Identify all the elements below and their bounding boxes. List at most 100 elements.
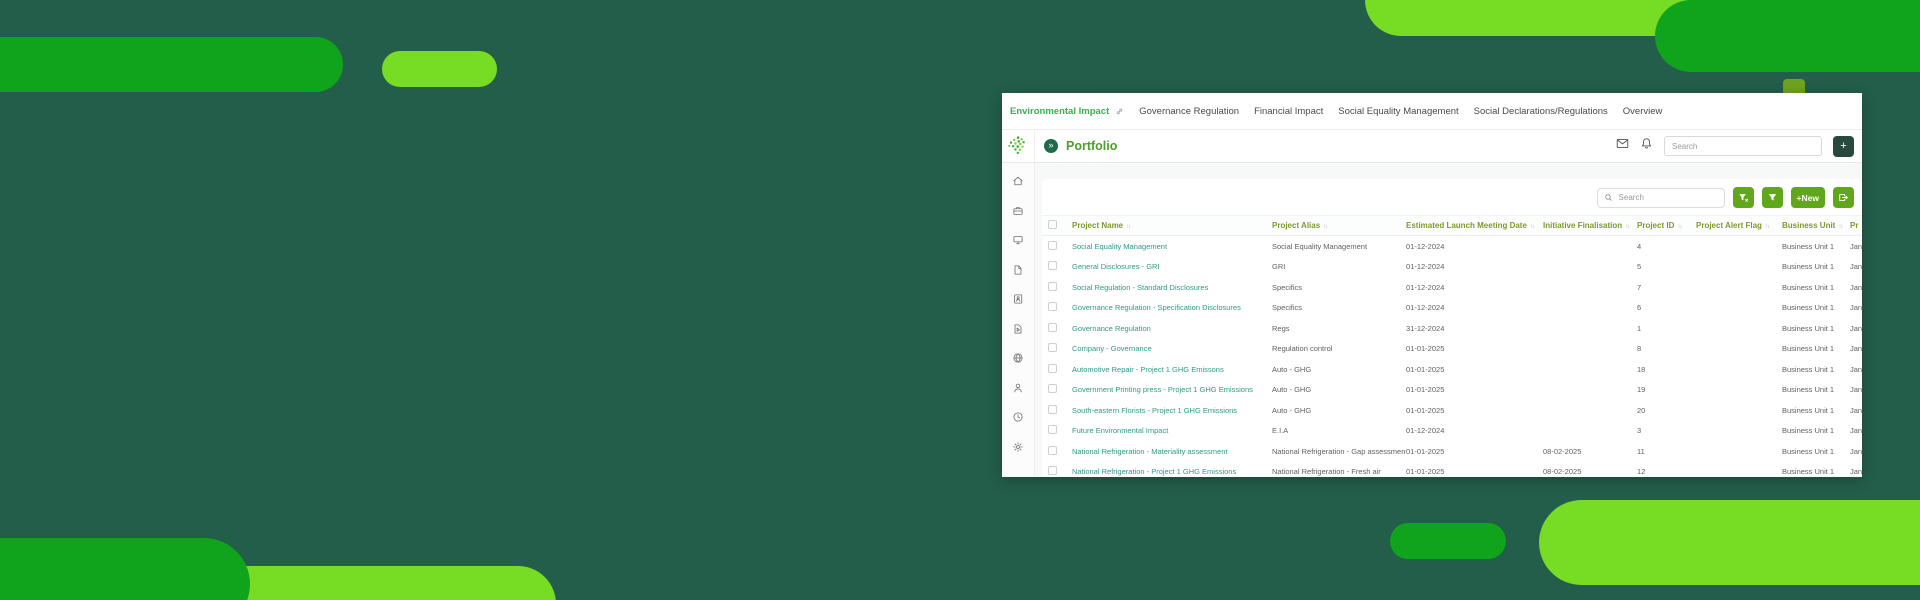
row-checkbox[interactable] [1048,363,1057,373]
project-name-link[interactable]: National Refrigeration - Materiality ass… [1072,447,1227,456]
row-checkbox[interactable] [1048,302,1057,312]
cell-alias: E.I.A [1272,426,1289,436]
column-header-project_id[interactable]: Project ID ↑↓ [1637,221,1696,230]
row-checkbox[interactable] [1048,261,1057,271]
cell-business_unit: Business Unit 1 [1782,323,1835,333]
cell-business_unit: Business Unit 1 [1782,344,1835,354]
clock-icon[interactable] [1012,411,1024,423]
row-checkbox[interactable] [1048,445,1057,455]
globe-icon[interactable] [1012,352,1024,364]
column-header-launch_date[interactable]: Estimated Launch Meeting Date ↑↓ [1406,221,1543,230]
nav-item-financial-impact[interactable]: Financial Impact [1254,106,1323,117]
sort-icon[interactable]: ↑↓ [1530,224,1535,230]
cell-project_id: 3 [1637,426,1642,436]
global-search-input[interactable] [1664,136,1822,156]
new-button[interactable]: +New [1790,187,1825,208]
cell-launch_date: 01-01-2025 [1406,446,1445,456]
select-all-checkbox[interactable] [1048,220,1057,229]
hero-banner: Environmental Impact Governance Regulati… [0,0,1920,600]
table-row[interactable]: National Refrigeration - Materiality ass… [1042,441,1862,462]
column-header-alias[interactable]: Project Alias ↑↓ [1272,221,1406,230]
sort-icon[interactable]: ↑↓ [1765,224,1770,230]
project-name-link[interactable]: South-eastern Florists - Project 1 GHG E… [1072,406,1237,415]
export-button[interactable] [1833,187,1854,208]
project-name-link[interactable]: National Refrigeration - Project 1 GHG E… [1072,467,1236,476]
nav-item-social-equality-management[interactable]: Social Equality Management [1338,106,1458,117]
add-button[interactable]: + [1833,135,1854,157]
row-checkbox[interactable] [1048,404,1057,414]
project-name-link[interactable]: General Disclosures - GRI [1072,262,1160,271]
sidebar-collapse-button[interactable]: » [1044,139,1058,153]
sort-icon[interactable]: ↑↓ [1323,224,1328,230]
filter-clear-icon [1738,194,1748,202]
row-checkbox[interactable] [1048,343,1057,353]
table-row[interactable]: Social Equality Management Social Equalit… [1042,236,1862,257]
row-checkbox[interactable] [1048,281,1057,291]
user-icon[interactable] [1012,382,1024,394]
row-checkbox[interactable] [1048,466,1057,476]
project-name-link[interactable]: Automotive Repair - Project 1 GHG Emisso… [1072,365,1224,374]
icon-sidebar [1002,163,1035,477]
table-row[interactable]: General Disclosures - GRI GRI 01-12-2024 5 B… [1042,257,1862,278]
contacts-icon[interactable] [1012,293,1024,305]
nav-item-governance-regulation[interactable]: Governance Regulation [1139,106,1239,117]
table-row[interactable]: South-eastern Florists - Project 1 GHG E… [1042,400,1862,421]
project-name-link[interactable]: Governance Regulation - Specification Di… [1072,303,1241,312]
table-row[interactable]: Governance Regulation - Specification Di… [1042,298,1862,319]
document-icon[interactable] [1012,264,1024,276]
project-name-link[interactable]: Governance Regulation [1072,324,1151,333]
sort-icon[interactable]: ↑↓ [1625,224,1630,230]
file-export-icon[interactable] [1012,323,1024,335]
cell-project_id: 8 [1637,344,1642,354]
table-row[interactable]: Future Environmental Impact E.I.A 01-12-20… [1042,421,1862,442]
nav-item-environmental-impact[interactable]: Environmental Impact [1010,106,1109,117]
row-checkbox[interactable] [1048,240,1057,250]
row-checkbox[interactable] [1048,425,1057,435]
cell-business_unit: Business Unit 1 [1782,426,1835,436]
filter-clear-button[interactable] [1732,187,1754,208]
project-name-link[interactable]: Company - Governance [1072,344,1152,353]
app-logo-icon [1008,136,1025,154]
cell-business_unit: Business Unit 1 [1782,262,1835,272]
table-row[interactable]: Automotive Repair - Project 1 GHG Emisso… [1042,359,1862,380]
home-icon[interactable] [1012,175,1024,187]
row-checkbox[interactable] [1048,322,1057,332]
briefcase-icon[interactable] [1012,205,1024,217]
column-header-business_unit[interactable]: Business Unit ↑↓ [1782,221,1850,230]
row-checkbox[interactable] [1048,384,1057,394]
table-row[interactable]: Government Printing press - Project 1 GH… [1042,380,1862,401]
table-row[interactable]: Company - Governance Regulation control 01… [1042,339,1862,360]
table-row[interactable]: National Refrigeration - Project 1 GHG E… [1042,462,1862,478]
cell-launch_date: 01-12-2024 [1406,426,1445,436]
cell-project_id: 19 [1637,385,1646,395]
export-icon [1839,193,1848,202]
table-row[interactable]: Social Regulation - Standard Disclosures… [1042,277,1862,298]
project-name-link[interactable]: Future Environmental Impact [1072,426,1168,435]
bell-icon[interactable] [1640,137,1653,155]
column-header-alert_flag[interactable]: Project Alert Flag ↑↓ [1696,221,1782,230]
sort-icon[interactable]: ↑↓ [1677,224,1682,230]
table-search-input[interactable] [1616,192,1707,203]
sort-icon[interactable]: ↑↓ [1838,224,1843,230]
project-name-link[interactable]: Social Equality Management [1072,242,1167,251]
settings-icon[interactable] [1012,441,1024,453]
column-header-extra[interactable]: Pr↑↓ [1850,221,1862,230]
filter-button[interactable] [1761,187,1783,208]
decor-pill-bottom-middle [1390,523,1506,559]
cell-name: Government Printing press - Project 1 GH… [1072,385,1272,394]
mail-icon[interactable] [1616,137,1629,155]
table-search-box[interactable] [1596,187,1725,208]
table-row[interactable]: Governance Regulation Regs 31-12-2024 1 Busi… [1042,318,1862,339]
project-name-link[interactable]: Social Regulation - Standard Disclosures [1072,283,1208,292]
nav-item-overview[interactable]: Overview [1623,106,1663,117]
cell-extra: Jan [1850,241,1862,251]
cell-business_unit: Business Unit 1 [1782,282,1835,292]
app-body: +New Project Name↑↓Project Alias↑↓Estima… [1002,163,1862,477]
column-header-name[interactable]: Project Name ↑↓ [1072,221,1272,230]
nav-item-social-declarations-regulations[interactable]: Social Declarations/Regulations [1474,106,1608,117]
sort-icon[interactable]: ↑↓ [1861,224,1862,230]
column-header-initiative_finalisation[interactable]: Initiative Finalisation ↑↓ [1543,221,1637,230]
sort-icon[interactable]: ↑↓ [1126,224,1131,230]
monitor-icon[interactable] [1012,234,1024,246]
project-name-link[interactable]: Government Printing press - Project 1 GH… [1072,385,1253,394]
